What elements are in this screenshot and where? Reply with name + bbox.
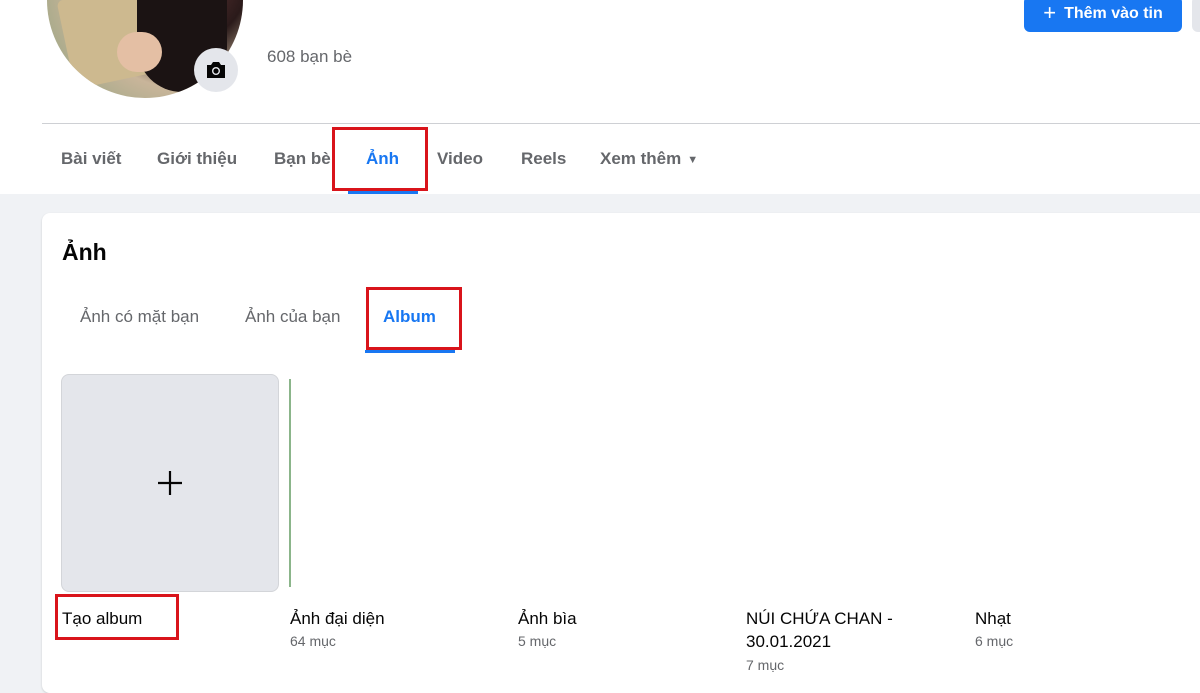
tab-friends[interactable]: Bạn bè: [274, 124, 331, 194]
avatar-hand: [117, 32, 162, 72]
create-album-label[interactable]: Tạo album: [62, 609, 142, 629]
friends-count[interactable]: 608 bạn bè: [267, 47, 352, 67]
album-count-nhat: 6 mục: [975, 633, 1014, 649]
camera-icon: [207, 62, 225, 78]
album-subtab-underline: [365, 350, 455, 353]
add-to-story-button[interactable]: + Thêm vào tin: [1024, 0, 1182, 32]
tab-about[interactable]: Giới thiệu: [157, 124, 237, 194]
album-count-cover: 5 mục: [518, 633, 557, 649]
album-thumbnail-edge: [289, 379, 291, 587]
album-count-nui-chua-chan: 7 mục: [746, 657, 785, 673]
tab-more-label: Xem thêm: [600, 149, 682, 168]
profile-tabs: Bài viết Giới thiệu Bạn bè Ảnh Video Ree…: [42, 124, 1200, 194]
caret-down-icon: ▼: [687, 153, 699, 166]
album-name-cover[interactable]: Ảnh bìa: [518, 609, 577, 629]
album-count-avatar: 64 mục: [290, 633, 336, 649]
photos-tab-underline: [348, 191, 418, 194]
album-name-nhat[interactable]: Nhạt: [975, 609, 1011, 629]
photos-section-title: Ảnh: [62, 239, 107, 265]
subtab-photos-of-you[interactable]: Ảnh có mặt bạn: [80, 307, 199, 327]
subtab-albums[interactable]: Album: [383, 307, 436, 327]
subtab-your-photos[interactable]: Ảnh của bạn: [245, 307, 340, 327]
album-name-avatar[interactable]: Ảnh đại diện: [290, 609, 385, 629]
tab-photos[interactable]: Ảnh: [366, 124, 399, 194]
plus-icon: +: [1043, 0, 1057, 25]
add-to-story-label: Thêm vào tin: [1064, 5, 1163, 22]
album-name-nui-chua-chan[interactable]: NÚI CHỨA CHAN -: [746, 609, 893, 629]
tab-reels[interactable]: Reels: [521, 124, 566, 194]
tab-more[interactable]: Xem thêm ▼: [600, 124, 698, 194]
profile-header: 608 bạn bè + Thêm vào tin Bài viết Giới …: [0, 0, 1200, 194]
plus-icon: [158, 471, 182, 495]
create-album-tile[interactable]: [61, 374, 279, 592]
photos-card: Ảnh Ảnh có mặt bạn Ảnh của bạn Album Tạo…: [42, 213, 1200, 693]
tab-posts[interactable]: Bài viết: [61, 124, 121, 194]
update-avatar-camera-button[interactable]: [194, 48, 238, 92]
edit-profile-button-partial[interactable]: [1192, 0, 1200, 32]
album-name-nui-chua-chan-date[interactable]: 30.01.2021: [746, 632, 831, 652]
tab-video[interactable]: Video: [437, 124, 483, 194]
